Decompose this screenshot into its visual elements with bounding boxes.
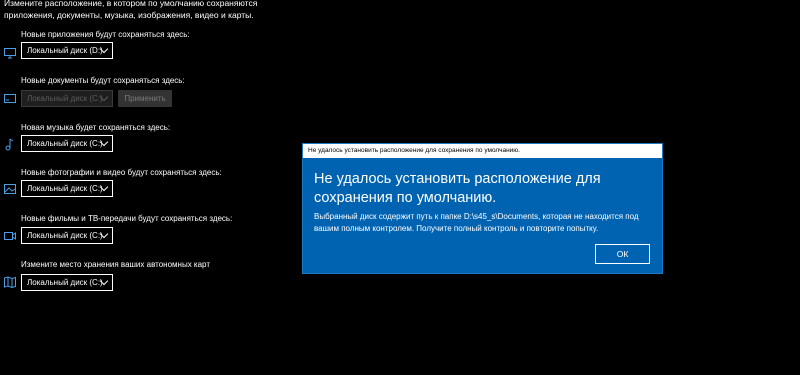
music-drive-value: Локальный диск (C:): [27, 139, 103, 148]
apply-button[interactable]: Применить: [118, 90, 172, 107]
photos-drive-value: Локальный диск (C:): [27, 184, 103, 193]
description-line-2: приложения, документы, музыка, изображен…: [4, 10, 254, 20]
description-line-1: Измените расположение, в котором по умол…: [4, 0, 258, 8]
dialog-heading-line-1: Не удалось установить расположение для: [314, 171, 601, 187]
picture-icon: [3, 182, 17, 196]
music-drive-dropdown[interactable]: Локальный диск (C:): [21, 135, 113, 152]
video-icon: [3, 229, 17, 243]
dialog-heading-line-2: сохранения по умолчанию.: [314, 190, 497, 206]
photos-drive-dropdown[interactable]: Локальный диск (C:): [21, 180, 113, 197]
error-dialog: Не удалось установить расположение для с…: [302, 143, 663, 274]
photos-label: Новые фотографии и видео будут сохранять…: [21, 168, 222, 177]
maps-drive-dropdown[interactable]: Локальный диск (C:): [21, 274, 113, 291]
documents-drive-dropdown[interactable]: Локальный диск (C:): [21, 90, 113, 107]
page-description: Измените расположение, в котором по умол…: [4, 0, 304, 21]
drive-icon: [3, 91, 17, 105]
movies-label: Новые фильмы и ТВ-передачи будут сохраня…: [21, 214, 233, 223]
apps-label: Новые приложения будут сохраняться здесь…: [21, 30, 190, 39]
dialog-heading: Не удалось установить расположение для с…: [314, 170, 634, 208]
movies-drive-dropdown[interactable]: Локальный диск (C:): [21, 227, 113, 244]
dialog-title: Не удалось установить расположение для с…: [303, 144, 662, 158]
movies-drive-value: Локальный диск (C:): [27, 231, 103, 240]
maps-drive-value: Локальный диск (C:): [27, 278, 103, 287]
music-label: Новая музыка будет сохраняться здесь:: [21, 123, 171, 132]
documents-label: Новые документы будут сохраняться здесь:: [21, 76, 185, 85]
music-note-icon: [3, 137, 17, 151]
map-icon: [3, 275, 17, 289]
monitor-icon: [3, 46, 17, 60]
dialog-message-line-2: вашим полным контролем. Получите полный …: [314, 224, 599, 233]
ok-button[interactable]: ОК: [595, 244, 650, 264]
dialog-message: Выбранный диск содержит путь к папке D:\…: [314, 211, 654, 235]
documents-drive-value: Локальный диск (C:): [27, 94, 103, 103]
dialog-message-line-1: Выбранный диск содержит путь к папке D:\…: [314, 212, 639, 221]
maps-label: Измените место хранения ваших автономных…: [21, 260, 210, 269]
apps-drive-dropdown[interactable]: Локальный диск (D:): [21, 42, 113, 59]
apps-drive-value: Локальный диск (D:): [27, 46, 103, 55]
